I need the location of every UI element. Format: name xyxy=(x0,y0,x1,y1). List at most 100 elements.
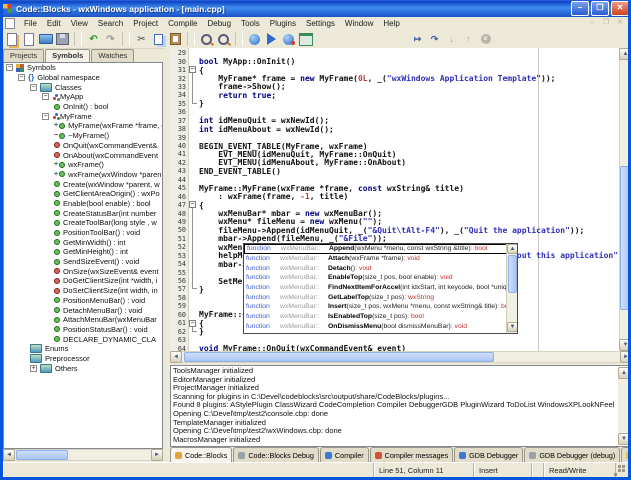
menu-item-help[interactable]: Help xyxy=(378,18,404,29)
autocomplete-item[interactable]: functionwxMenuBar::GetLabelTop (size_t p… xyxy=(244,292,517,302)
fold-collapse-icon[interactable]: − xyxy=(189,201,196,208)
maximize-button[interactable]: ❐ xyxy=(591,1,609,16)
editor-vertical-scrollbar[interactable]: ▲ ▼ xyxy=(619,48,631,351)
tree-item[interactable]: DetachMenuBar() : void xyxy=(4,305,162,315)
resize-grip[interactable] xyxy=(616,463,628,477)
log-tab-codeblocks-debug[interactable]: Code::Blocks Debug xyxy=(233,447,319,462)
collapse-icon[interactable]: − xyxy=(42,93,49,100)
tree-item[interactable]: −Classes xyxy=(4,82,162,92)
tree-item[interactable]: OnQuit(wxCommandEvent& xyxy=(4,141,162,151)
mdi-document-icon[interactable] xyxy=(5,18,15,29)
new-from-template-icon[interactable] xyxy=(4,32,19,46)
autocomplete-item[interactable]: functionwxMenuBar::FindNextItemForAccel … xyxy=(244,283,517,293)
collapse-icon[interactable]: − xyxy=(30,84,37,91)
tree-item[interactable]: DoGetClientSize(int *width, i xyxy=(4,276,162,286)
scroll-right-icon[interactable]: ► xyxy=(151,449,163,461)
debug-next-line-icon[interactable]: ↷ xyxy=(427,32,442,46)
autocomplete-item[interactable]: functionwxMenuBar::IsEnabledTop (size_t … xyxy=(244,312,517,322)
menu-item-window[interactable]: Window xyxy=(340,18,378,29)
scroll-up-icon[interactable]: ▲ xyxy=(618,367,630,379)
fold-collapse-icon[interactable]: − xyxy=(189,66,196,73)
log-tab-compiler[interactable]: Compiler xyxy=(320,447,369,462)
autocomplete-item[interactable]: functionwxMenuBar::Detach () : void xyxy=(244,263,517,273)
tree-item[interactable]: CreateStatusBar(int number xyxy=(4,208,162,218)
collapse-icon[interactable]: − xyxy=(42,113,49,120)
minimize-button[interactable]: – xyxy=(571,1,589,16)
menu-item-plugins[interactable]: Plugins xyxy=(265,18,301,29)
tree-item[interactable]: −MyFrame xyxy=(4,111,162,121)
tab-projects[interactable]: Projects xyxy=(3,49,44,62)
menu-item-settings[interactable]: Settings xyxy=(301,18,340,29)
scroll-thumb[interactable] xyxy=(508,255,517,293)
tree-horizontal-scrollbar[interactable]: ◄ ► xyxy=(3,449,163,461)
debug-step-into-icon[interactable]: ↓ xyxy=(444,32,459,46)
tree-item[interactable]: Create(wxWindow *parent, w xyxy=(4,179,162,189)
debug-stop-icon[interactable]: × xyxy=(478,32,493,46)
new-file-icon[interactable] xyxy=(21,32,36,46)
run-target-icon[interactable] xyxy=(298,32,313,46)
build-icon[interactable] xyxy=(247,32,262,46)
search-in-files-icon[interactable] xyxy=(216,32,231,46)
tree-item[interactable]: SendSizeEvent() : void xyxy=(4,257,162,267)
log-tab-compiler-messages[interactable]: Compiler messages xyxy=(370,447,454,462)
tree-item[interactable]: DECLARE_DYNAMIC_CLA xyxy=(4,334,162,344)
scroll-left-icon[interactable]: ◄ xyxy=(170,351,182,363)
close-button[interactable]: ✕ xyxy=(611,1,629,16)
copy-icon[interactable] xyxy=(151,32,166,46)
collapse-icon[interactable]: − xyxy=(18,74,25,81)
expand-icon[interactable]: + xyxy=(30,365,37,372)
mdi-restore-icon[interactable]: ❐ xyxy=(600,19,612,28)
tree-item[interactable]: GetMinWidth() : int xyxy=(4,237,162,247)
code-text[interactable]: bool MyApp::OnInit() xyxy=(199,57,295,66)
scroll-up-icon[interactable]: ▲ xyxy=(619,48,631,60)
undo-icon[interactable]: ↶ xyxy=(86,32,101,46)
tree-item[interactable]: Enable(bool enable) : bool xyxy=(4,199,162,209)
mdi-close-icon[interactable]: ✕ xyxy=(614,19,626,28)
scroll-down-icon[interactable]: ▼ xyxy=(619,339,631,351)
code-text[interactable]: return true; xyxy=(199,91,276,100)
tree-item[interactable]: +Others xyxy=(4,363,162,373)
tree-item[interactable]: GetMinHeight() : int xyxy=(4,247,162,257)
tree-item[interactable]: DoSetClientSize(int width, in xyxy=(4,286,162,296)
tree-item[interactable]: +wxFrame() xyxy=(4,160,162,170)
tree-item[interactable]: −{}Global namespace xyxy=(4,73,162,83)
debug-step-out-icon[interactable]: ↑ xyxy=(461,32,476,46)
find-icon[interactable] xyxy=(199,32,214,46)
scroll-thumb[interactable] xyxy=(620,166,631,310)
tree-item[interactable]: OnInit() : bool xyxy=(4,102,162,112)
mdi-minimize-icon[interactable]: – xyxy=(586,19,598,28)
code-text[interactable]: } xyxy=(199,285,204,294)
menu-item-compile[interactable]: Compile xyxy=(163,18,202,29)
tree-item[interactable]: +MyFrame(wxFrame *frame, c xyxy=(4,121,162,131)
scroll-thumb[interactable] xyxy=(16,450,68,460)
tree-item[interactable]: −Symbols xyxy=(4,63,162,73)
autocomplete-item[interactable]: functionwxMenuBar::Attach (wxFrame *fram… xyxy=(244,254,517,264)
scroll-left-icon[interactable]: ◄ xyxy=(3,449,15,461)
menu-item-project[interactable]: Project xyxy=(128,18,163,29)
debug-run-to-cursor-icon[interactable]: ↦ xyxy=(410,32,425,46)
fold-collapse-icon[interactable]: − xyxy=(189,320,196,327)
scroll-down-icon[interactable]: ▼ xyxy=(618,433,630,445)
tree-item[interactable]: OnSize(wxSizeEvent& event xyxy=(4,266,162,276)
paste-icon[interactable] xyxy=(168,32,183,46)
tree-item[interactable]: GetClientAreaOrigin() : wxPo xyxy=(4,189,162,199)
build-and-run-icon[interactable] xyxy=(281,32,296,46)
popup-vertical-scrollbar[interactable]: ▲ ▼ xyxy=(506,244,517,333)
log-vertical-scrollbar[interactable]: ▲ ▼ xyxy=(618,367,630,445)
log-tab-codeblocks[interactable]: Code::Blocks xyxy=(170,447,232,462)
tree-item[interactable]: −~MyFrame() xyxy=(4,131,162,141)
tree-item[interactable]: Enums xyxy=(4,344,162,354)
autocomplete-item[interactable]: functionwxMenuBar::Append (wxMenu *menu,… xyxy=(244,244,517,254)
log-tab-todo[interactable]: To-Do List xyxy=(621,447,631,462)
tree-item[interactable]: +wxFrame(wxWindow *parent xyxy=(4,170,162,180)
tree-item[interactable]: PositionMenuBar() : void xyxy=(4,296,162,306)
log-tab-gdb-debug[interactable]: GDB Debugger (debug) xyxy=(524,447,620,462)
scroll-right-icon[interactable]: ► xyxy=(620,351,631,363)
menu-item-view[interactable]: View xyxy=(66,18,93,29)
menu-item-tools[interactable]: Tools xyxy=(236,18,265,29)
tab-watches[interactable]: Watches xyxy=(91,49,134,62)
code-text[interactable]: : wxFrame(frame, -1, title) xyxy=(199,192,348,201)
code-text[interactable]: END_EVENT_TABLE() xyxy=(199,167,281,176)
scroll-up-icon[interactable]: ▲ xyxy=(507,244,518,254)
menu-item-debug[interactable]: Debug xyxy=(203,18,237,29)
